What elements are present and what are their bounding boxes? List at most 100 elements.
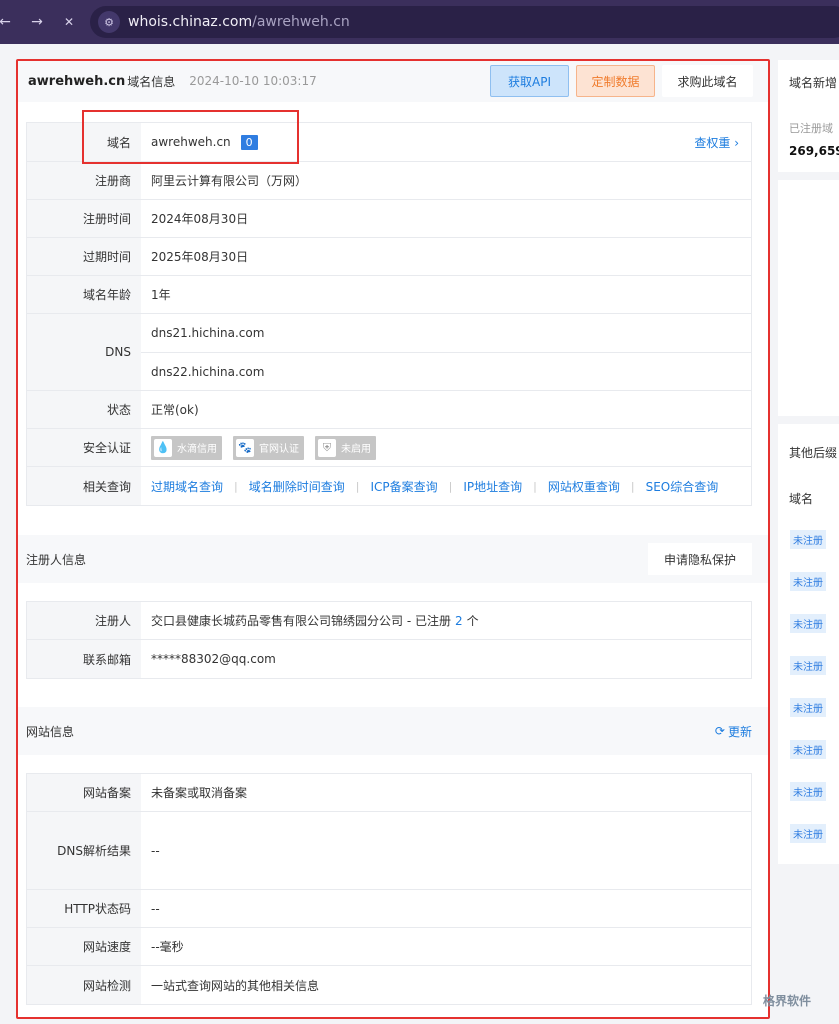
- list-item[interactable]: 未注册: [790, 530, 826, 549]
- other-suffix-title: 其他后缀: [789, 446, 838, 460]
- domain-column-header: 域名: [789, 492, 814, 506]
- website-section-title: 网站信息: [26, 724, 75, 739]
- speed-label: 网站速度: [27, 928, 141, 965]
- table-row: 域名 awrehweh.cn 0 查权重 ›: [27, 123, 751, 162]
- unregistered-tag: 未注册: [790, 572, 826, 591]
- security-label: 安全认证: [27, 429, 141, 466]
- site-settings-icon[interactable]: ⚙: [98, 11, 120, 33]
- table-row: DNS解析结果 --: [27, 812, 751, 890]
- registrant-count-link[interactable]: 2: [455, 614, 463, 628]
- table-row: 注册时间 2024年08月30日: [27, 200, 751, 238]
- table-row: 网站备案 未备案或取消备案: [27, 774, 751, 812]
- status-label: 状态: [27, 391, 141, 428]
- check-weight-link[interactable]: 查权重 ›: [694, 134, 739, 151]
- registrant-value-cell: 交口县健康长城药品零售有限公司锦绣园分公司 - 已注册 2 个: [141, 602, 751, 639]
- refresh-label: 更新: [727, 724, 752, 739]
- list-item[interactable]: 未注册: [790, 572, 826, 591]
- unregistered-tag: 未注册: [790, 698, 826, 717]
- header-time: 2024-10-10 10:03:17: [189, 74, 317, 88]
- registrant-table: 注册人 交口县健康长城药品零售有限公司锦绣园分公司 - 已注册 2 个 联系邮箱…: [26, 601, 752, 679]
- age-value: 1年: [151, 288, 171, 302]
- divider: |: [448, 479, 453, 493]
- unregistered-tag: 未注册: [790, 740, 826, 759]
- list-item[interactable]: 未注册: [790, 782, 826, 801]
- record-value: 未备案或取消备案: [151, 786, 248, 800]
- table-row: 域名年龄 1年: [27, 276, 751, 314]
- domain-value-cell: awrehweh.cn 0 查权重 ›: [141, 123, 751, 161]
- icp-link[interactable]: ICP备案查询: [370, 478, 437, 495]
- privacy-protection-button[interactable]: 申请隐私保护: [648, 543, 752, 575]
- status-value: 正常(ok): [151, 403, 199, 417]
- registered-count: 269,659,: [789, 144, 839, 158]
- table-row: 网站检测 一站式查询网站的其他相关信息: [27, 966, 751, 1004]
- weight-query-link[interactable]: 网站权重查询: [548, 478, 620, 495]
- divider: |: [355, 479, 360, 493]
- speed-value: --毫秒: [151, 940, 184, 954]
- table-row: 相关查询 过期域名查询 | 域名删除时间查询 | ICP备案查询 | IP地址查询 | …: [27, 467, 751, 505]
- registrant-section-title: 注册人信息: [26, 552, 87, 567]
- other-suffix-card: 其他后缀 域名 未注册 未注册 未注册 未注册 未注册 未注册 未注册 未注册: [778, 424, 839, 864]
- email-value: *****88302@qq.com: [151, 652, 276, 666]
- table-row: 网站速度 --毫秒: [27, 928, 751, 966]
- exp-time-label: 过期时间: [27, 238, 141, 275]
- list-item[interactable]: 未注册: [790, 698, 826, 717]
- back-icon[interactable]: ←: [0, 14, 16, 30]
- official-cert-badge[interactable]: 🐾 官网认证: [233, 435, 304, 460]
- site-check-label: 网站检测: [27, 966, 141, 1004]
- table-row: 联系邮箱 *****88302@qq.com: [27, 640, 751, 678]
- dns-values: dns21.hichina.com dns22.hichina.com: [141, 314, 751, 390]
- refresh-icon: ⟳: [714, 724, 725, 738]
- dns-result-label: DNS解析结果: [27, 812, 141, 889]
- chevron-right-icon: ›: [734, 135, 739, 150]
- shield-icon: ⛨: [318, 438, 336, 457]
- table-row: 注册商 阿里云计算有限公司（万网）: [27, 162, 751, 200]
- ip-link[interactable]: IP地址查询: [463, 478, 522, 495]
- forward-icon[interactable]: →: [26, 14, 48, 30]
- list-item[interactable]: 未注册: [790, 740, 826, 759]
- http-status-label: HTTP状态码: [27, 890, 141, 927]
- expired-domain-link[interactable]: 过期域名查询: [151, 478, 223, 495]
- buy-domain-button[interactable]: 求购此域名: [662, 65, 753, 97]
- close-icon[interactable]: ✕: [58, 15, 80, 29]
- unregistered-tag: 未注册: [790, 824, 826, 843]
- registrar-value: 阿里云计算有限公司（万网）: [151, 174, 308, 188]
- table-row: 注册人 交口县健康长城药品零售有限公司锦绣园分公司 - 已注册 2 个: [27, 602, 751, 640]
- list-item[interactable]: 未注册: [790, 614, 826, 633]
- dns-server-1: dns21.hichina.com: [151, 326, 265, 340]
- registered-sub: 已注册域: [789, 122, 833, 135]
- unregistered-tag: 未注册: [790, 656, 826, 675]
- url-path: /awrehweh.cn: [252, 14, 350, 30]
- custom-data-button[interactable]: 定制数据: [576, 65, 655, 97]
- get-api-button[interactable]: 获取API: [490, 65, 569, 97]
- chart-card: [778, 180, 839, 416]
- list-item[interactable]: 未注册: [790, 656, 826, 675]
- paw-icon: 🐾: [236, 438, 254, 457]
- water-drop-icon: 💧: [154, 438, 172, 457]
- delete-time-link[interactable]: 域名删除时间查询: [249, 478, 345, 495]
- table-row: 状态 正常(ok): [27, 391, 751, 429]
- header-suffix: 域名信息: [127, 74, 176, 89]
- related-links: 过期域名查询 | 域名删除时间查询 | ICP备案查询 | IP地址查询 | 网站权重查…: [141, 467, 751, 505]
- dns-server-2: dns22.hichina.com: [141, 352, 751, 390]
- disabled-badge[interactable]: ⛨ 未启用: [315, 435, 376, 460]
- dns-label: DNS: [27, 314, 141, 390]
- url-host: whois.chinaz.com: [128, 14, 253, 30]
- divider: |: [234, 479, 238, 493]
- reg-time-label: 注册时间: [27, 200, 141, 237]
- related-label: 相关查询: [27, 467, 141, 505]
- website-table: 网站备案 未备案或取消备案 DNS解析结果 -- HTTP状态码 -- 网站速度…: [26, 773, 752, 1005]
- seo-link[interactable]: SEO综合查询: [646, 478, 719, 495]
- water-credit-badge[interactable]: 💧 水滴信用: [151, 435, 222, 460]
- http-status-value: --: [151, 901, 160, 916]
- registrant-label: 注册人: [27, 602, 141, 639]
- domain-badge: 0: [240, 134, 258, 150]
- unregistered-tag: 未注册: [790, 614, 826, 633]
- refresh-button[interactable]: ⟳ 更新: [715, 723, 752, 740]
- website-section-header: 网站信息 ⟳ 更新: [16, 707, 768, 755]
- address-bar[interactable]: ⚙ whois.chinaz.com/awrehweh.cn: [90, 6, 839, 38]
- list-item[interactable]: 未注册: [790, 824, 826, 843]
- email-label: 联系邮箱: [27, 640, 141, 678]
- registrant-value: 交口县健康长城药品零售有限公司锦绣园分公司 - 已注册: [151, 614, 451, 628]
- whois-header: awrehweh.cn 域名信息 2024-10-10 10:03:17 获取A…: [16, 60, 768, 102]
- table-row: 过期时间 2025年08月30日: [27, 238, 751, 276]
